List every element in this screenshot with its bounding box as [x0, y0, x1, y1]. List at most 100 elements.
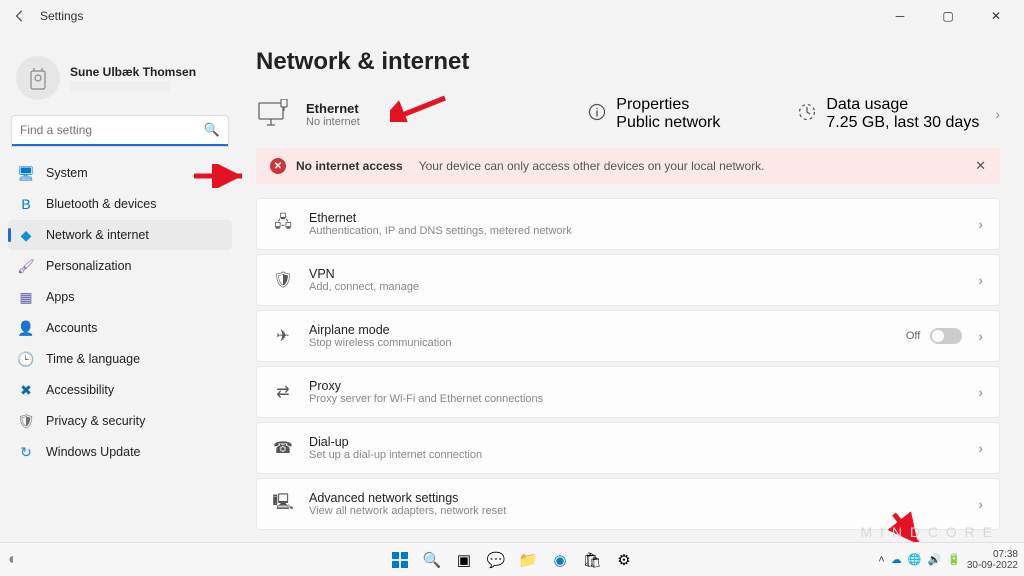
edge-icon[interactable]: ◉: [547, 547, 573, 573]
card-icon: 🖳: [273, 494, 293, 514]
search-icon: 🔍: [204, 122, 220, 138]
sidebar-item-network-internet[interactable]: ◆ Network & internet: [8, 220, 232, 250]
nav-icon: ▦: [18, 289, 34, 305]
nav-icon: ◆: [18, 227, 34, 243]
avatar: [16, 56, 60, 100]
nav-icon: B: [18, 196, 34, 212]
taskbar: ◐ 🔍 ▣ 💬 📁 ◉ 🛍 ⚙ ˄ ☁ 🌐 🔊 🔋 07:38 30-09-20…: [0, 542, 1024, 576]
alert-close-button[interactable]: ✕: [975, 158, 986, 174]
card-icon: 🛡: [273, 270, 293, 290]
ethernet-title: Ethernet: [306, 101, 360, 116]
nav-label: Bluetooth & devices: [46, 197, 157, 211]
store-icon[interactable]: 🛍: [579, 547, 605, 573]
nav-icon: 🖥: [18, 165, 34, 181]
card-title: Proxy: [309, 379, 543, 393]
card-icon: ⇄: [273, 382, 293, 402]
card-icon: ✈: [273, 326, 293, 346]
setting-card-ethernet[interactable]: 🖧 Ethernet Authentication, IP and DNS se…: [256, 198, 1000, 250]
maximize-button[interactable]: ▢: [928, 2, 968, 30]
card-sub: View all network adapters, network reset: [309, 505, 506, 517]
connection-status[interactable]: Ethernet No internet: [256, 96, 564, 132]
chevron-right-icon: ›: [978, 328, 983, 344]
chevron-right-icon: ›: [978, 216, 983, 232]
volume-icon[interactable]: 🔊: [927, 553, 941, 566]
card-icon: 🖧: [273, 214, 293, 234]
alert-text: Your device can only access other device…: [419, 159, 765, 173]
card-title: VPN: [309, 267, 419, 281]
nav-label: Apps: [46, 290, 75, 304]
sidebar-item-accounts[interactable]: 👤 Accounts: [8, 313, 232, 343]
clock[interactable]: 07:38 30-09-2022: [967, 549, 1018, 571]
toggle-label: Off: [906, 330, 920, 342]
card-title: Ethernet: [309, 211, 572, 225]
datausage-sub: 7.25 GB, last 30 days: [826, 114, 979, 132]
chevron-right-icon: ›: [978, 496, 983, 512]
info-icon: [588, 103, 606, 126]
card-title: Dial-up: [309, 435, 482, 449]
file-explorer-icon[interactable]: 📁: [515, 547, 541, 573]
task-view-icon[interactable]: ▣: [451, 547, 477, 573]
sidebar-item-time-language[interactable]: 🕒Time & language: [8, 344, 232, 374]
taskbar-search-icon[interactable]: 🔍: [419, 547, 445, 573]
ethernet-sub: No internet: [306, 116, 360, 128]
nav-label: Network & internet: [46, 228, 149, 242]
toggle-switch[interactable]: [930, 328, 962, 344]
start-button[interactable]: [387, 547, 413, 573]
properties-title: Properties: [616, 96, 720, 114]
chat-icon[interactable]: 💬: [483, 547, 509, 573]
setting-card-advanced-network-settings[interactable]: 🖳 Advanced network settings View all net…: [256, 478, 1000, 530]
battery-icon[interactable]: 🔋: [947, 553, 961, 566]
nav-label: Privacy & security: [46, 414, 145, 428]
datausage-title: Data usage: [826, 96, 979, 114]
settings-icon[interactable]: ⚙: [611, 547, 637, 573]
card-sub: Add, connect, manage: [309, 281, 419, 293]
properties-sub: Public network: [616, 114, 720, 132]
clock-chart-icon: [798, 103, 816, 126]
card-sub: Authentication, IP and DNS settings, met…: [309, 225, 572, 237]
datausage-block[interactable]: Data usage 7.25 GB, last 30 days ›: [798, 96, 1000, 132]
tray-chevron-icon[interactable]: ˄: [878, 554, 884, 566]
properties-block[interactable]: Properties Public network: [588, 96, 720, 132]
nav-icon: 🛡: [18, 413, 34, 429]
back-button[interactable]: [8, 4, 32, 28]
nav-icon: ✖: [18, 382, 34, 398]
search-input[interactable]: [20, 123, 204, 137]
chevron-right-icon: ›: [978, 440, 983, 456]
card-icon: ☎: [273, 438, 293, 458]
sidebar-item-accessibility[interactable]: ✖Accessibility: [8, 375, 232, 405]
setting-card-dial-up[interactable]: ☎ Dial-up Set up a dial-up internet conn…: [256, 422, 1000, 474]
weather-widget[interactable]: ◐: [0, 551, 18, 569]
alert-title: No internet access: [296, 159, 403, 173]
nav-icon: 🕒: [18, 351, 34, 367]
sidebar-item-apps[interactable]: ▦ Apps: [8, 282, 232, 312]
profile-block[interactable]: Sune Ulbæk Thomsen: [8, 40, 232, 112]
monitor-icon: [256, 96, 292, 132]
page-title: Network & internet: [256, 48, 1000, 76]
nav-icon: ↻: [18, 444, 34, 460]
sidebar-item-bluetooth-devices[interactable]: B Bluetooth & devices: [8, 189, 232, 219]
card-title: Advanced network settings: [309, 491, 506, 505]
alert-bar: ✕ No internet access Your device can onl…: [256, 148, 1000, 184]
sidebar-item-privacy-security[interactable]: 🛡 Privacy & security: [8, 406, 232, 436]
network-tray-icon[interactable]: 🌐: [908, 553, 922, 566]
nav-label: Windows Update: [46, 445, 141, 459]
card-sub: Proxy server for Wi-Fi and Ethernet conn…: [309, 393, 543, 405]
card-title: Airplane mode: [309, 323, 451, 337]
search-box[interactable]: 🔍: [12, 116, 228, 146]
nav-label: System: [46, 166, 88, 180]
minimize-button[interactable]: ─: [880, 2, 920, 30]
nav-label: Personalization: [46, 259, 131, 273]
back-arrow-icon: [13, 9, 27, 23]
avatar-icon: [27, 65, 49, 91]
setting-card-airplane-mode[interactable]: ✈ Airplane mode Stop wireless communicat…: [256, 310, 1000, 362]
setting-card-proxy[interactable]: ⇄ Proxy Proxy server for Wi-Fi and Ether…: [256, 366, 1000, 418]
close-button[interactable]: ✕: [976, 2, 1016, 30]
setting-card-vpn[interactable]: 🛡 VPN Add, connect, manage ›: [256, 254, 1000, 306]
error-icon: ✕: [270, 158, 286, 174]
nav-icon: 👤: [18, 320, 34, 336]
nav-label: Accounts: [46, 321, 97, 335]
onedrive-icon[interactable]: ☁: [891, 553, 902, 566]
sidebar-item-windows-update[interactable]: ↻ Windows Update: [8, 437, 232, 467]
sidebar-item-system[interactable]: 🖥 System: [8, 158, 232, 188]
sidebar-item-personalization[interactable]: 🖌Personalization: [8, 251, 232, 281]
